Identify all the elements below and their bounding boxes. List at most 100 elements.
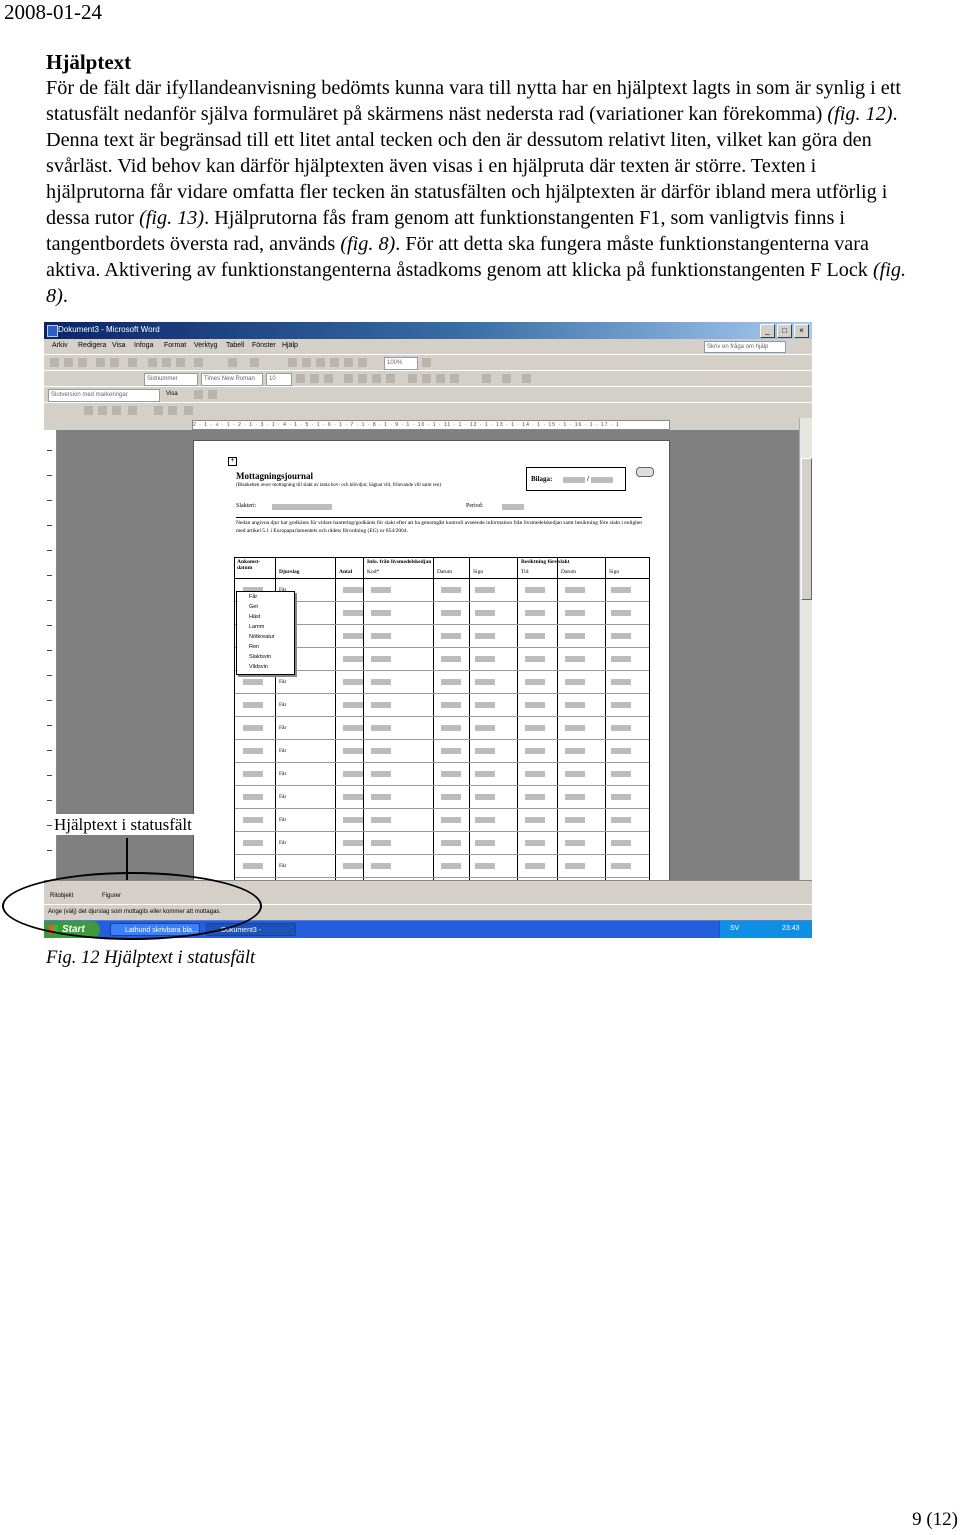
form-field[interactable] bbox=[343, 702, 363, 708]
form-field[interactable] bbox=[371, 725, 391, 731]
underline-icon[interactable] bbox=[324, 374, 333, 383]
zoom-select[interactable]: 100% bbox=[384, 357, 418, 370]
form-field[interactable] bbox=[525, 725, 545, 731]
dropdown-option[interactable]: Ren bbox=[249, 644, 259, 650]
table-move-handle-icon[interactable]: + bbox=[228, 457, 237, 466]
form-field[interactable] bbox=[441, 587, 461, 593]
djurslag-value[interactable]: Får bbox=[279, 794, 286, 800]
form-field[interactable] bbox=[343, 610, 363, 616]
form-field[interactable] bbox=[611, 725, 631, 731]
form-field[interactable] bbox=[525, 702, 545, 708]
language-indicator[interactable]: SV bbox=[730, 925, 739, 932]
form-field[interactable] bbox=[343, 725, 363, 731]
print-preview-icon[interactable] bbox=[110, 358, 119, 367]
scrollbar-thumb[interactable] bbox=[801, 458, 812, 600]
form-field[interactable] bbox=[565, 817, 585, 823]
form-field[interactable] bbox=[565, 633, 585, 639]
form-field[interactable] bbox=[475, 840, 495, 846]
form-field[interactable] bbox=[525, 794, 545, 800]
djurslag-value[interactable]: Får bbox=[279, 702, 286, 708]
form-field[interactable] bbox=[611, 863, 631, 869]
form-field[interactable] bbox=[611, 587, 631, 593]
form-field[interactable] bbox=[565, 656, 585, 662]
shading-icon[interactable] bbox=[154, 406, 163, 415]
form-field[interactable] bbox=[371, 863, 391, 869]
undo-icon[interactable] bbox=[228, 358, 237, 367]
increase-indent-icon[interactable] bbox=[450, 374, 459, 383]
bilaga-field-1[interactable] bbox=[563, 477, 585, 483]
form-field[interactable] bbox=[371, 702, 391, 708]
horizontal-ruler[interactable]: 2 · 1 · ⅄ · 1 · 2 · 1 · 3 · 1 · 4 · 1 · … bbox=[44, 418, 812, 430]
form-field[interactable] bbox=[441, 610, 461, 616]
form-field[interactable] bbox=[525, 610, 545, 616]
form-field[interactable] bbox=[611, 656, 631, 662]
form-field[interactable] bbox=[243, 794, 263, 800]
form-field[interactable] bbox=[611, 610, 631, 616]
hyperlink-icon[interactable] bbox=[288, 358, 297, 367]
form-field[interactable] bbox=[475, 656, 495, 662]
form-field[interactable] bbox=[565, 840, 585, 846]
form-field[interactable] bbox=[525, 679, 545, 685]
font-size-select[interactable]: 10 bbox=[266, 373, 292, 386]
copy-icon[interactable] bbox=[162, 358, 171, 367]
form-field[interactable] bbox=[525, 863, 545, 869]
form-field[interactable] bbox=[343, 748, 363, 754]
open-icon[interactable] bbox=[64, 358, 73, 367]
form-field[interactable] bbox=[475, 748, 495, 754]
menu-redigera[interactable]: Redigera bbox=[78, 342, 106, 349]
menu-fonster[interactable]: Fönster bbox=[252, 342, 276, 349]
format-painter-icon[interactable] bbox=[194, 358, 203, 367]
bullets-icon[interactable] bbox=[422, 374, 431, 383]
justify-icon[interactable] bbox=[386, 374, 395, 383]
form-field[interactable] bbox=[371, 794, 391, 800]
menu-infoga[interactable]: Infoga bbox=[134, 342, 153, 349]
excel-icon[interactable] bbox=[316, 358, 325, 367]
form-field[interactable] bbox=[565, 725, 585, 731]
checkbox-field-icon[interactable] bbox=[98, 406, 107, 415]
align-center-icon[interactable] bbox=[358, 374, 367, 383]
dropdown-option[interactable]: Lamm bbox=[249, 624, 264, 630]
form-field[interactable] bbox=[565, 610, 585, 616]
redo-icon[interactable] bbox=[250, 358, 259, 367]
show-menu-label[interactable]: Visa bbox=[166, 391, 178, 397]
field-options-icon[interactable] bbox=[128, 406, 137, 415]
form-field[interactable] bbox=[243, 725, 263, 731]
form-field[interactable] bbox=[343, 863, 363, 869]
spelling-icon[interactable] bbox=[128, 358, 137, 367]
form-field[interactable] bbox=[475, 679, 495, 685]
close-button[interactable]: × bbox=[794, 324, 809, 338]
menu-verktyg[interactable]: Verktyg bbox=[194, 342, 217, 349]
dropdown-option[interactable]: Vildsvin bbox=[249, 664, 268, 670]
form-field[interactable] bbox=[371, 679, 391, 685]
menu-format[interactable]: Format bbox=[164, 342, 186, 349]
form-field[interactable] bbox=[611, 771, 631, 777]
menu-hjalp[interactable]: Hjälp bbox=[282, 342, 298, 349]
decrease-indent-icon[interactable] bbox=[436, 374, 445, 383]
form-field[interactable] bbox=[343, 633, 363, 639]
form-field[interactable] bbox=[565, 587, 585, 593]
form-field[interactable] bbox=[475, 702, 495, 708]
track-changes-select[interactable]: Slutversion med markeringar bbox=[48, 389, 160, 402]
form-field[interactable] bbox=[565, 748, 585, 754]
vertical-scrollbar[interactable] bbox=[799, 418, 812, 880]
align-right-icon[interactable] bbox=[372, 374, 381, 383]
form-field[interactable] bbox=[441, 725, 461, 731]
form-field[interactable] bbox=[243, 771, 263, 777]
form-field[interactable] bbox=[371, 771, 391, 777]
form-field[interactable] bbox=[243, 679, 263, 685]
form-field[interactable] bbox=[525, 840, 545, 846]
form-field[interactable] bbox=[441, 771, 461, 777]
bilaga-field-2[interactable] bbox=[591, 477, 613, 483]
form-field[interactable] bbox=[371, 656, 391, 662]
form-field[interactable] bbox=[343, 656, 363, 662]
print-icon[interactable] bbox=[96, 358, 105, 367]
form-field[interactable] bbox=[441, 702, 461, 708]
form-field[interactable] bbox=[475, 633, 495, 639]
form-field[interactable] bbox=[525, 656, 545, 662]
djurslag-value[interactable]: Får bbox=[279, 679, 286, 685]
form-field[interactable] bbox=[565, 863, 585, 869]
form-field[interactable] bbox=[371, 610, 391, 616]
form-field[interactable] bbox=[525, 748, 545, 754]
minimize-button[interactable]: _ bbox=[760, 324, 775, 338]
form-field-icon[interactable] bbox=[84, 406, 93, 415]
